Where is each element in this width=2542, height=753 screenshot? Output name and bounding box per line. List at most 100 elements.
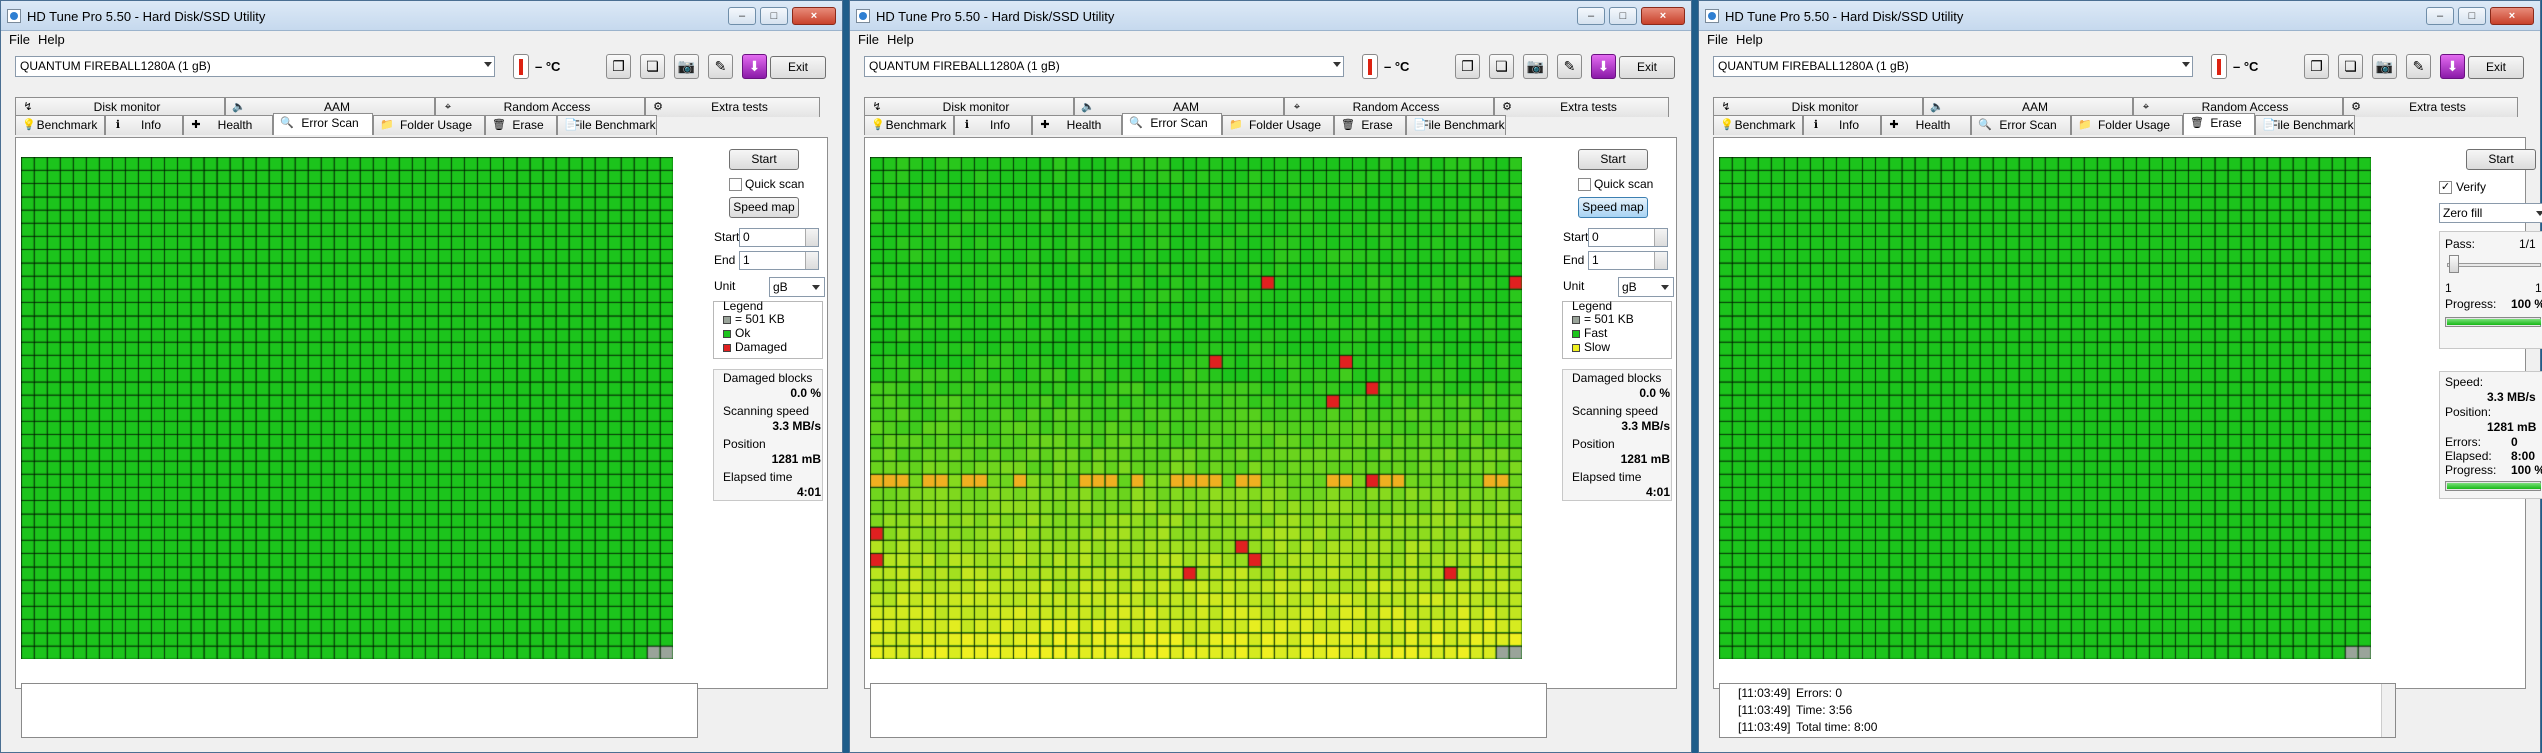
tab-extra-tests[interactable]: ⚙ Extra tests: [1494, 97, 1669, 117]
start-button[interactable]: Start: [729, 149, 799, 170]
tab-erase[interactable]: 🗑 Erase: [2183, 113, 2255, 135]
copy-text-icon[interactable]: ❏: [1489, 54, 1514, 79]
options-icon[interactable]: ✎: [708, 54, 733, 79]
options-icon[interactable]: ✎: [1557, 54, 1582, 79]
camera-icon[interactable]: 📷: [1523, 54, 1548, 79]
stat-value: 4:01: [1645, 485, 1670, 499]
close-button[interactable]: ×: [1641, 7, 1685, 25]
copy-text-icon[interactable]: ❏: [640, 54, 665, 79]
log-box[interactable]: [21, 683, 698, 738]
toolbar-icons: ❐ ❏ 📷 ✎ ⬇: [606, 54, 776, 79]
tab-health[interactable]: ✚ Health: [183, 115, 273, 135]
monitor-icon: ↯: [872, 101, 882, 113]
log-box[interactable]: [11:03:49] Errors: 0 [11:03:49] Time: 3:56[…: [1719, 683, 2396, 738]
tab-aam[interactable]: 🔈 AAM: [1923, 97, 2133, 117]
tab-random-access[interactable]: ⌖ Random Access: [1284, 97, 1494, 117]
menu-help[interactable]: Help: [1736, 31, 1763, 49]
save-icon[interactable]: ⬇: [742, 54, 767, 79]
tab-folder-usage[interactable]: 📁 Folder Usage: [1222, 115, 1334, 135]
copy-icon[interactable]: ❐: [606, 54, 631, 79]
exit-button[interactable]: Exit: [770, 56, 826, 79]
tab-folder-usage[interactable]: 📁 Folder Usage: [2071, 115, 2183, 135]
tab-info[interactable]: ℹ Info: [954, 115, 1032, 135]
title-bar[interactable]: HD Tune Pro 5.50 - Hard Disk/SSD Utility…: [850, 1, 1691, 31]
block-grid-canvas: [21, 157, 673, 659]
minimize-button[interactable]: –: [728, 7, 756, 25]
tab-erase[interactable]: 🗑 Erase: [485, 115, 557, 135]
camera-icon[interactable]: 📷: [674, 54, 699, 79]
tab-extra-tests[interactable]: ⚙ Extra tests: [645, 97, 820, 117]
tab-file-benchmark[interactable]: 📄 File Benchmark: [1406, 115, 1506, 135]
tab-label: Random Access: [503, 100, 591, 114]
log-box[interactable]: [870, 683, 1547, 738]
unit-select[interactable]: gB: [769, 277, 825, 297]
menu-file[interactable]: File: [858, 31, 879, 49]
maximize-button[interactable]: □: [2458, 7, 2486, 25]
copy-text-icon[interactable]: ❏: [2338, 54, 2363, 79]
save-icon[interactable]: ⬇: [1591, 54, 1616, 79]
start-button[interactable]: Start: [2466, 149, 2536, 170]
tab-file-benchmark[interactable]: 📄 File Benchmark: [557, 115, 657, 135]
camera-icon[interactable]: 📷: [2372, 54, 2397, 79]
start-button[interactable]: Start: [1578, 149, 1648, 170]
drive-select[interactable]: QUANTUM FIREBALL1280A (1 gB): [1713, 56, 2193, 77]
log-scrollbar[interactable]: [2381, 684, 2395, 737]
options-icon[interactable]: ✎: [2406, 54, 2431, 79]
fill-select[interactable]: Zero fill: [2439, 203, 2542, 223]
maximize-button[interactable]: □: [1609, 7, 1637, 25]
quick-scan-checkbox[interactable]: [1578, 178, 1591, 191]
quick-scan-checkbox[interactable]: [729, 178, 742, 191]
start-field-label: Start: [1563, 230, 1589, 244]
end-field[interactable]: 1: [1588, 251, 1668, 270]
speed-map-button[interactable]: Speed map: [1578, 197, 1648, 218]
drive-select[interactable]: QUANTUM FIREBALL1280A (1 gB): [864, 56, 1344, 77]
start-field[interactable]: 0: [1588, 228, 1668, 247]
menu-help[interactable]: Help: [887, 31, 914, 49]
unit-select[interactable]: gB: [1618, 277, 1674, 297]
window-controls: – □ ×: [1573, 7, 1685, 25]
minimize-button[interactable]: –: [2426, 7, 2454, 25]
title-bar[interactable]: HD Tune Pro 5.50 - Hard Disk/SSD Utility…: [1, 1, 842, 31]
minimize-button[interactable]: –: [1577, 7, 1605, 25]
start-field[interactable]: 0: [739, 228, 819, 247]
menu-file[interactable]: File: [1707, 31, 1728, 49]
menu-file[interactable]: File: [9, 31, 30, 49]
tab-benchmark[interactable]: 💡 Benchmark: [1713, 115, 1803, 135]
menu-help[interactable]: Help: [38, 31, 65, 49]
tab-disk-monitor[interactable]: ↯ Disk monitor: [864, 97, 1074, 117]
tab-info[interactable]: ℹ Info: [105, 115, 183, 135]
maximize-button[interactable]: □: [760, 7, 788, 25]
tab-extra-tests[interactable]: ⚙ Extra tests: [2343, 97, 2518, 117]
legend-swatch: [1572, 330, 1580, 338]
pass-slider-track[interactable]: [2447, 263, 2541, 267]
tab-disk-monitor[interactable]: ↯ Disk monitor: [1713, 97, 1923, 117]
save-icon[interactable]: ⬇: [2440, 54, 2465, 79]
tab-health[interactable]: ✚ Health: [1032, 115, 1122, 135]
tab-disk-monitor[interactable]: ↯ Disk monitor: [15, 97, 225, 117]
tab-info[interactable]: ℹ Info: [1803, 115, 1881, 135]
tab-error-scan[interactable]: 🔍 Error Scan: [273, 113, 373, 135]
close-button[interactable]: ×: [2490, 7, 2534, 25]
tab-error-scan[interactable]: 🔍 Error Scan: [1122, 113, 1222, 135]
exit-button[interactable]: Exit: [2468, 56, 2524, 79]
tab-benchmark[interactable]: 💡 Benchmark: [864, 115, 954, 135]
drive-select[interactable]: QUANTUM FIREBALL1280A (1 gB): [15, 56, 495, 77]
tab-random-access[interactable]: ⌖ Random Access: [435, 97, 645, 117]
pass-slider-thumb[interactable]: [2449, 255, 2459, 273]
end-field[interactable]: 1: [739, 251, 819, 270]
tab-erase[interactable]: 🗑 Erase: [1334, 115, 1406, 135]
tab-folder-usage[interactable]: 📁 Folder Usage: [373, 115, 485, 135]
verify-checkbox[interactable]: ✓: [2439, 181, 2452, 194]
tab-error-scan[interactable]: 🔍 Error Scan: [1971, 115, 2071, 135]
title-bar[interactable]: HD Tune Pro 5.50 - Hard Disk/SSD Utility…: [1699, 1, 2540, 31]
close-button[interactable]: ×: [792, 7, 836, 25]
start-field-value: 0: [743, 230, 750, 244]
exit-button[interactable]: Exit: [1619, 56, 1675, 79]
tab-benchmark[interactable]: 💡 Benchmark: [15, 115, 105, 135]
copy-icon[interactable]: ❐: [1455, 54, 1480, 79]
tab-health[interactable]: ✚ Health: [1881, 115, 1971, 135]
speed-map-button[interactable]: Speed map: [729, 197, 799, 218]
tab-file-benchmark[interactable]: 📄 File Benchmark: [2255, 115, 2355, 135]
copy-icon[interactable]: ❐: [2304, 54, 2329, 79]
log-line: [11:03:49] Total time: 8:00: [1738, 720, 1877, 734]
